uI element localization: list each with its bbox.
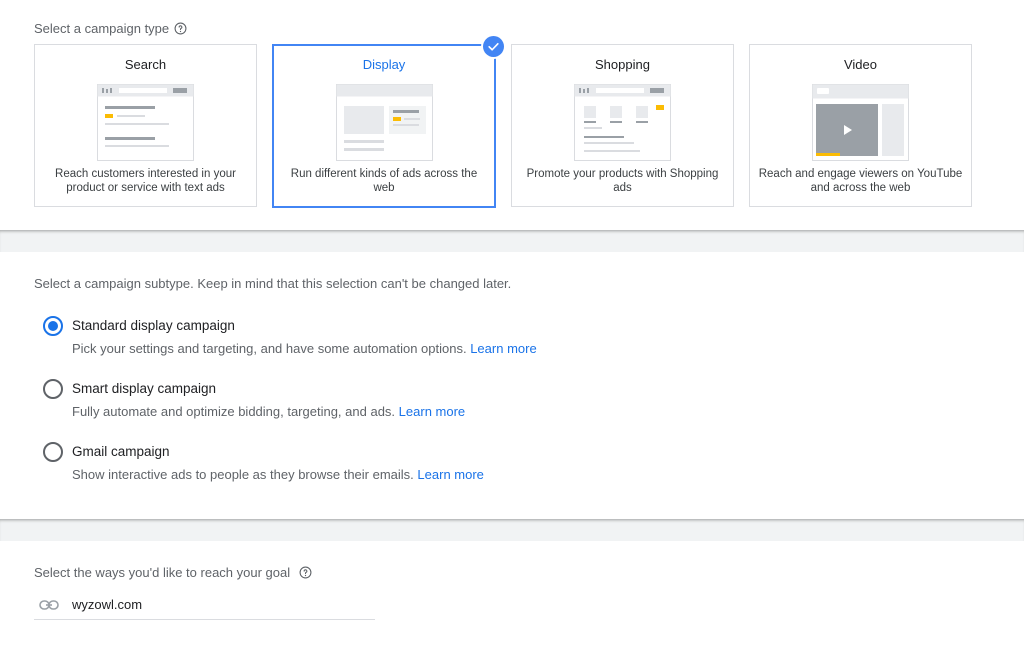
subtype-title-standard: Standard display campaign xyxy=(72,318,235,333)
shopping-ad-illustration-icon xyxy=(574,84,671,161)
card-description-shopping: Promote your products with Shopping ads xyxy=(526,168,719,194)
subtype-description-gmail: Show interactive ads to people as they b… xyxy=(72,467,484,482)
card-title-display: Display xyxy=(362,57,406,72)
campaign-subtype-section: Select a campaign subtype. Keep in mind … xyxy=(0,252,1024,518)
campaign-type-label: Select a campaign type xyxy=(34,21,170,36)
card-title-search: Search xyxy=(124,57,167,72)
subtype-description-text: Show interactive ads to people as they b… xyxy=(72,467,414,482)
learn-more-link-standard[interactable]: Learn more xyxy=(470,341,536,356)
section-divider xyxy=(0,230,1024,252)
radio-gmail[interactable] xyxy=(43,442,63,462)
subtype-description-standard: Pick your settings and targeting, and ha… xyxy=(72,341,537,356)
help-icon[interactable] xyxy=(174,22,187,35)
card-title-shopping: Shopping xyxy=(595,57,650,72)
search-ad-illustration-icon xyxy=(97,84,194,161)
card-description-video: Reach and engage viewers on YouTube and … xyxy=(758,168,963,194)
campaign-type-section: Select a campaign type Search Reach cust… xyxy=(0,0,1024,230)
help-icon[interactable] xyxy=(299,566,312,579)
subtype-title-gmail: Gmail campaign xyxy=(72,444,170,459)
video-ad-illustration-icon xyxy=(812,84,909,161)
subtype-description-smart: Fully automate and optimize bidding, tar… xyxy=(72,404,465,419)
campaign-type-card-video[interactable]: Video Reach and engage viewers on YouTub… xyxy=(749,44,972,207)
radio-smart-display[interactable] xyxy=(43,379,63,399)
subtype-description-text: Fully automate and optimize bidding, tar… xyxy=(72,404,396,419)
card-description-display: Run different kinds of ads across the we… xyxy=(290,168,478,194)
learn-more-link-gmail[interactable]: Learn more xyxy=(417,467,483,482)
campaign-type-label-row: Select a campaign type xyxy=(34,21,187,36)
check-circle-icon xyxy=(483,36,504,57)
goal-label-row: Select the ways you'd like to reach your… xyxy=(34,565,312,580)
card-title-video: Video xyxy=(843,57,877,72)
campaign-type-card-shopping[interactable]: Shopping Promote your products with Shop… xyxy=(511,44,734,207)
radio-standard-display[interactable] xyxy=(43,316,63,336)
subtype-title-smart: Smart display campaign xyxy=(72,381,217,396)
goal-section: Select the ways you'd like to reach your… xyxy=(0,541,1024,657)
card-description-search: Reach customers interested in your produ… xyxy=(55,168,236,194)
website-value: wyzowl.com xyxy=(72,597,143,612)
goal-label: Select the ways you'd like to reach your… xyxy=(34,565,291,580)
subtype-description-text: Pick your settings and targeting, and ha… xyxy=(72,341,467,356)
website-field[interactable]: wyzowl.com xyxy=(34,594,375,620)
campaign-type-card-search[interactable]: Search Reach customers interested in you… xyxy=(34,44,257,207)
display-ad-illustration-icon xyxy=(336,84,433,161)
link-icon xyxy=(39,600,59,610)
learn-more-link-smart[interactable]: Learn more xyxy=(399,404,465,419)
campaign-type-card-display[interactable]: Display Run different kinds of ads acros… xyxy=(272,44,496,208)
section-divider xyxy=(0,519,1024,541)
campaign-subtype-label: Select a campaign subtype. Keep in mind … xyxy=(34,276,512,291)
